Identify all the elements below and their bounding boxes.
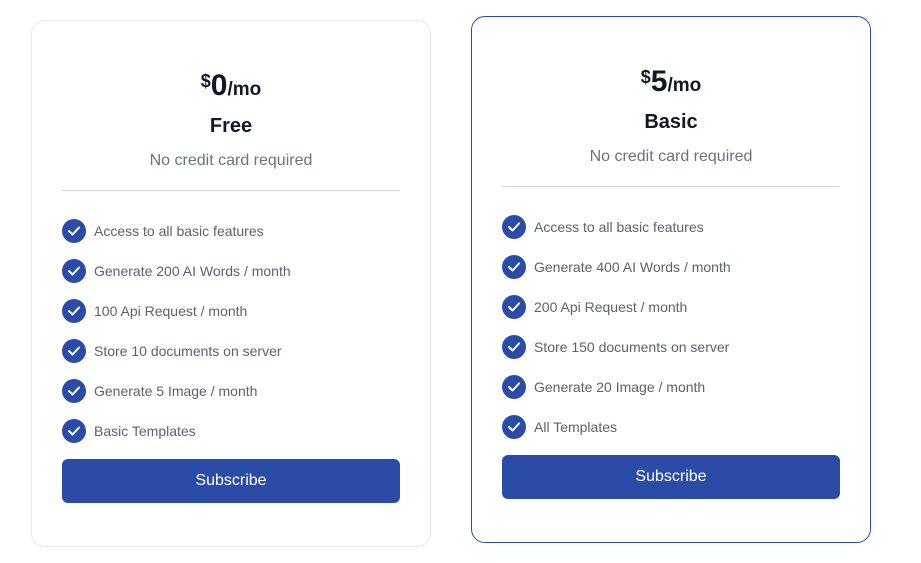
divider <box>62 190 400 191</box>
feature-list: Access to all basic features Generate 40… <box>502 215 840 439</box>
price-period: /mo <box>667 75 702 96</box>
feature-item: Store 150 documents on server <box>502 335 840 359</box>
feature-item: Basic Templates <box>62 419 400 443</box>
check-circle-icon <box>502 295 526 319</box>
plan-subtitle: No credit card required <box>589 148 753 165</box>
feature-label: Generate 200 AI Words / month <box>94 263 291 279</box>
price-amount: 5 <box>650 65 668 98</box>
check-circle-icon <box>62 219 86 243</box>
check-circle-icon <box>502 215 526 239</box>
subscribe-button-basic[interactable]: Subscribe <box>502 455 840 499</box>
feature-item: Generate 20 Image / month <box>502 375 840 399</box>
check-circle-icon <box>62 299 86 323</box>
plan-subtitle: No credit card required <box>149 152 313 169</box>
pricing-card-basic: $5/mo Basic No credit card required Acce… <box>471 16 871 543</box>
check-circle-icon <box>502 255 526 279</box>
subscribe-button-free[interactable]: Subscribe <box>62 459 400 503</box>
feature-label: Generate 20 Image / month <box>534 379 706 395</box>
check-circle-icon <box>62 339 86 363</box>
feature-item: Generate 5 Image / month <box>62 379 400 403</box>
feature-label: Basic Templates <box>94 423 196 439</box>
feature-item: 100 Api Request / month <box>62 299 400 323</box>
feature-label: Access to all basic features <box>534 219 704 235</box>
feature-label: Access to all basic features <box>94 223 264 239</box>
feature-item: All Templates <box>502 415 840 439</box>
feature-item: Access to all basic features <box>62 219 400 243</box>
feature-label: 200 Api Request / month <box>534 299 688 315</box>
feature-item: Store 10 documents on server <box>62 339 400 363</box>
feature-item: Generate 200 AI Words / month <box>62 259 400 283</box>
price: $0/mo <box>62 61 400 102</box>
feature-label: Store 150 documents on server <box>534 339 730 355</box>
feature-label: Generate 5 Image / month <box>94 383 258 399</box>
feature-label: 100 Api Request / month <box>94 303 248 319</box>
plan-name: Free <box>209 115 253 137</box>
check-circle-icon <box>502 415 526 439</box>
price-currency: $ <box>640 67 651 87</box>
feature-item: Generate 400 AI Words / month <box>502 255 840 279</box>
feature-item: 200 Api Request / month <box>502 295 840 319</box>
check-circle-icon <box>62 259 86 283</box>
price-period: /mo <box>227 79 262 100</box>
feature-item: Access to all basic features <box>502 215 840 239</box>
price: $5/mo <box>502 57 840 98</box>
check-circle-icon <box>62 379 86 403</box>
divider <box>502 186 840 187</box>
feature-label: Generate 400 AI Words / month <box>534 259 731 275</box>
price-amount: 0 <box>210 69 228 102</box>
check-circle-icon <box>502 375 526 399</box>
check-circle-icon <box>502 335 526 359</box>
feature-list: Access to all basic features Generate 20… <box>62 219 400 443</box>
feature-label: All Templates <box>534 419 618 435</box>
plan-name: Basic <box>644 111 698 133</box>
price-currency: $ <box>200 71 211 91</box>
check-circle-icon <box>62 419 86 443</box>
feature-label: Store 10 documents on server <box>94 343 282 359</box>
pricing-card-free: $0/mo Free No credit card required Acces… <box>31 20 431 547</box>
